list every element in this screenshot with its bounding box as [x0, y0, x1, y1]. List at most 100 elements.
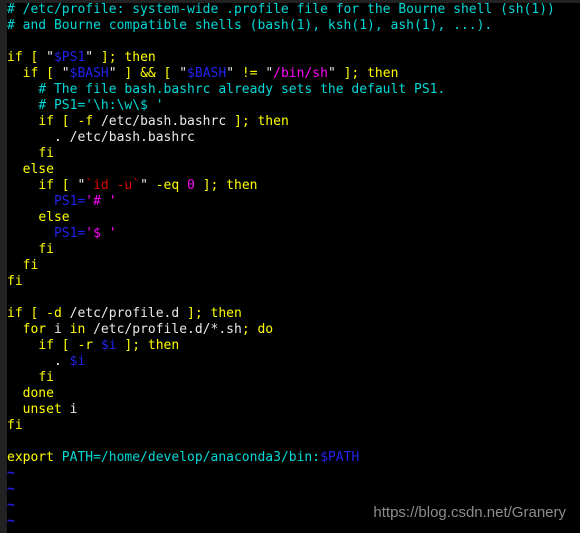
code-token-keyword: ]; then [226, 114, 289, 129]
code-line[interactable]: else [7, 162, 580, 178]
code-token-plain: /etc/profile.d [69, 306, 180, 321]
code-line[interactable]: # and Bourne compatible shells (bash(1),… [7, 18, 580, 34]
code-line[interactable]: else [7, 210, 580, 226]
code-token-keyword: ]; then [194, 178, 258, 193]
code-token-keyword: if [ [22, 66, 62, 81]
code-token-variable: PS1= [53, 226, 86, 241]
code-line[interactable]: fi [7, 370, 580, 386]
code-token-plain: i [46, 322, 70, 337]
code-token-keyword: fi [22, 258, 39, 273]
code-token-plain: . /etc/bash.bashrc [53, 130, 195, 145]
code-token-keyword: done [22, 386, 54, 401]
code-token-plain: . [53, 354, 70, 369]
window-left-border [0, 0, 7, 533]
code-token-variable: $BASH [69, 66, 109, 81]
code-token-keyword: for [22, 322, 47, 337]
code-line[interactable]: . $i [7, 354, 580, 370]
code-line[interactable]: export PATH=/home/develop/anaconda3/bin:… [7, 450, 580, 466]
code-token-keyword: in [69, 322, 86, 337]
code-token-quote: " [265, 66, 274, 81]
code-token-variable: $i [100, 338, 117, 353]
code-line[interactable]: # The file bash.bashrc already sets the … [7, 82, 580, 98]
code-line[interactable]: PS1='# ' [7, 194, 580, 210]
code-token-plain: i [61, 402, 78, 417]
code-token-keyword: if [ -f [38, 114, 101, 129]
code-token-keyword: unset [22, 402, 62, 417]
code-token-comment: # /etc/profile: system-wide .profile fil… [7, 2, 555, 17]
code-line[interactable]: fi [7, 258, 580, 274]
code-token-keyword: -eq [147, 178, 188, 193]
code-line[interactable]: for i in /etc/profile.d/*.sh; do [7, 322, 580, 338]
code-token-keyword: else [22, 162, 54, 177]
code-line[interactable]: fi [7, 274, 580, 290]
code-token-keyword: != [234, 66, 266, 81]
code-token-quote: " [61, 66, 70, 81]
code-line[interactable] [7, 290, 580, 306]
code-token-plain: /etc/bash.bashrc [100, 114, 227, 129]
code-line[interactable]: if [ -r $i ]; then [7, 338, 580, 354]
empty-line-marker: ~ [7, 466, 15, 481]
code-token-keyword: ]; then [116, 338, 180, 353]
code-token-keyword: if [ [7, 50, 47, 65]
code-line[interactable] [7, 34, 580, 50]
code-token-comment: # PS1='\h:\w\$ ' [38, 98, 164, 113]
code-token-string: '# ' [85, 194, 117, 209]
code-token-keyword: fi [38, 242, 54, 257]
code-token-cyan: PATH=/home/develop/anaconda3/bin: [53, 450, 321, 465]
code-line[interactable] [7, 434, 580, 450]
code-token-keyword: if [ [38, 178, 78, 193]
code-token-variable: PS1= [53, 194, 86, 209]
code-line[interactable]: if [ "$PS1" ]; then [7, 50, 580, 66]
code-token-quote: " [108, 66, 117, 81]
empty-line-marker: ~ [7, 482, 15, 497]
code-line[interactable]: if [ -f /etc/bash.bashrc ]; then [7, 114, 580, 130]
code-line[interactable]: fi [7, 242, 580, 258]
code-line[interactable]: # /etc/profile: system-wide .profile fil… [7, 2, 580, 18]
code-line[interactable]: # PS1='\h:\w\$ ' [7, 98, 580, 114]
code-token-quote: " [179, 66, 188, 81]
code-line[interactable]: PS1='$ ' [7, 226, 580, 242]
code-token-keyword: else [38, 210, 70, 225]
code-token-keyword: ; do [241, 322, 274, 337]
code-token-quote: " [226, 66, 235, 81]
code-token-keyword: ]; then [179, 306, 242, 321]
code-line[interactable]: done [7, 386, 580, 402]
code-token-keyword: fi [38, 370, 54, 385]
code-line[interactable]: . /etc/bash.bashrc [7, 130, 580, 146]
code-line[interactable]: if [ "$BASH" ] && [ "$BASH" != "/bin/sh"… [7, 66, 580, 82]
code-line[interactable]: if [ -d /etc/profile.d ]; then [7, 306, 580, 322]
code-token-keyword: fi [7, 274, 23, 289]
code-token-variable: $BASH [187, 66, 227, 81]
code-line[interactable]: if [ "`id -u`" -eq 0 ]; then [7, 178, 580, 194]
code-token-quote: " [85, 50, 94, 65]
code-token-comment: # The file bash.bashrc already sets the … [38, 82, 446, 97]
code-token-number: 0 [187, 178, 195, 193]
code-token-keyword: ]; then [93, 50, 156, 65]
code-token-quote: " [140, 178, 148, 193]
code-line[interactable]: fi [7, 146, 580, 162]
code-line[interactable]: unset i [7, 402, 580, 418]
code-token-comment: # and Bourne compatible shells (bash(1),… [7, 18, 493, 33]
code-token-keyword: if [ -d [7, 306, 70, 321]
code-token-keyword: export [7, 450, 54, 465]
code-editor-content[interactable]: # /etc/profile: system-wide .profile fil… [7, 2, 580, 530]
code-token-variable: $PS1 [53, 50, 86, 65]
code-line[interactable]: fi [7, 418, 580, 434]
